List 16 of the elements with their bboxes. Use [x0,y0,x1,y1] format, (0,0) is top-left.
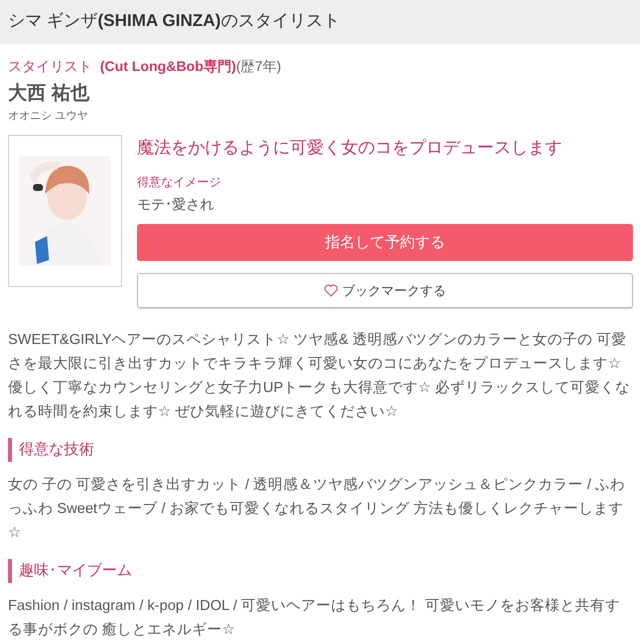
section-heading: 得意な技術 [8,438,94,462]
section-text: Fashion / instagram / k-pop / IDOL / 可愛いヘアーはもちろん！ 可愛いモノをお客様と共有する事がボクの 癒しとエネルギー☆ [8,596,622,640]
stylist-description: SWEET&GIRLYヘアーのスペシャリスト☆ ツヤ感& 透明感バツグンのカラーと女の子の 可愛さを最大限に引き出すカットでキラキラ輝く可愛い女のコにあなたをプロデュースします☆ 優しく丁寧なカウンセリングと女子力UPトークも大得意です☆ 必ずリラックスして可愛くなれる時間を約束します☆ ぜひ気軽に遊びにきてください☆ [8,331,632,422]
bookmark-button[interactable]: ブックマークする [137,273,633,308]
image-label: 得意なイメージ [137,174,221,191]
stylist-name: 大西 祐也 [8,82,90,106]
stylist-specialty: (Cut Long&Bob専門) [100,58,236,74]
stylist-experience: (歴7年) [236,58,282,74]
page-title: シマ ギンザ(SHIMA GINZA)のスタイリスト [8,10,341,32]
stylist-name-reading: オオニシ ユウヤ [8,109,88,123]
section-text: 女の 子の 可愛さを引き出すカット / 透明感＆ツヤ感バツグンアッシュ＆ピンクカラー / ふわっふわ Sweetウェーブ / お家でも可愛くなれるスタイリング 方法も優しくレクチャーします☆ [8,476,626,543]
stylist-role: スタイリスト [8,58,92,74]
heart-icon [324,284,338,297]
catchphrase: 魔法をかけるように可愛く女のコをプロデュースします [137,137,562,159]
section-heading: 趣味･マイブーム [8,559,132,583]
image-value: モテ･愛され [137,196,214,214]
